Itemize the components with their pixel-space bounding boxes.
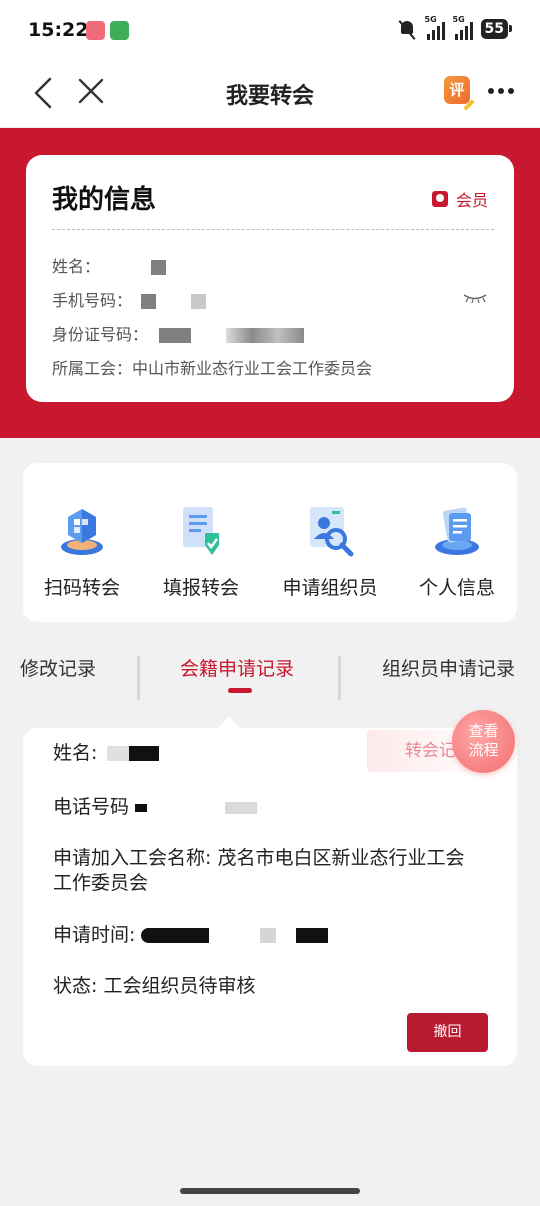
more-icon[interactable] (488, 88, 516, 96)
tab-modify-records[interactable]: 修改记录 (20, 654, 96, 681)
record-card: 转会记录 姓名: 电话号码 申请加入工会名称: 茂名市电白区新业态行业工会 工作… (23, 716, 517, 1066)
battery-icon: 55 (480, 19, 513, 39)
fill-form-button[interactable]: 填报转会 (136, 503, 266, 600)
record-phone-label: 电话号码 (53, 796, 130, 818)
record-union-label: 申请加入工会名称: (53, 847, 212, 869)
record-union-value-cont: 工作委员会 (53, 872, 149, 894)
withdraw-button[interactable]: 撤回 (407, 1013, 488, 1052)
signal-icon: 5G (425, 15, 445, 40)
masked-value (107, 746, 130, 761)
fill-form-icon (183, 507, 219, 555)
masked-value (226, 328, 305, 343)
scan-transfer-button[interactable]: 扫码转会 (17, 503, 147, 600)
name-label: 姓名： (52, 257, 101, 276)
record-time-label: 申请时间: (53, 924, 136, 946)
quick-actions-card: 扫码转会 填报转会 申请组织员 个人信息 (23, 463, 517, 622)
id-row: 身份证号码： (52, 321, 305, 345)
apply-organizer-button[interactable]: 申请组织员 (265, 503, 395, 600)
masked-value (151, 260, 167, 275)
view-process-button[interactable]: 查看 流程 (452, 710, 515, 773)
record-tabs: 修改记录 会籍申请记录 组织员申请记录 (0, 640, 540, 700)
member-badge-label: 会员 (455, 191, 488, 210)
home-indicator[interactable] (180, 1188, 360, 1194)
action-label: 个人信息 (418, 577, 495, 599)
notification-app-icon (86, 21, 105, 40)
active-tab-indicator (228, 688, 252, 693)
masked-value (295, 928, 328, 943)
scan-transfer-icon (61, 509, 103, 555)
phone-row: 手机号码： (52, 287, 207, 311)
masked-value (159, 328, 192, 343)
record-status-label: 状态: (53, 975, 98, 997)
member-badge: 会员 (431, 187, 488, 211)
record-name-row: 姓名: (53, 741, 160, 766)
mute-bell-icon (397, 19, 417, 39)
my-info-card: 我的信息 会员 姓名： 手机号码： 身份证号码： 所属工会：中山市新业态行业工会… (26, 155, 514, 402)
action-label: 申请组织员 (282, 577, 378, 599)
personal-info-button[interactable]: 个人信息 (392, 503, 522, 600)
action-label: 填报转会 (162, 577, 239, 599)
record-phone-row: 电话号码 (53, 795, 258, 820)
status-time: 15:22 (28, 19, 89, 41)
tab-organizer-records[interactable]: 组织员申请记录 (382, 654, 515, 681)
personal-info-icon (435, 507, 479, 555)
tab-separator (338, 656, 341, 700)
member-card-icon (431, 191, 448, 207)
record-name-label: 姓名: (53, 742, 98, 764)
tab-membership-records[interactable]: 会籍申请记录 (180, 654, 294, 681)
masked-value (191, 294, 207, 309)
action-label: 扫码转会 (43, 577, 120, 599)
union-value: 中山市新业态行业工会工作委员会 (132, 359, 373, 378)
record-union-value: 茂名市电白区新业态行业工会 (217, 847, 465, 869)
record-time-row: 申请时间: (53, 923, 328, 948)
status-bar: 15:22 5G 5G 55 (0, 0, 540, 60)
union-row: 所属工会：中山市新业态行业工会工作委员会 (52, 355, 372, 379)
view-process-label: 流程 (468, 741, 499, 759)
tab-separator (137, 656, 140, 700)
eye-closed-icon[interactable] (462, 293, 488, 303)
info-card-title: 我的信息 (52, 185, 157, 215)
nav-bar: 我要转会 评 (0, 60, 540, 128)
masked-value (129, 746, 160, 761)
record-status-row: 状态: 工会组织员待审核 (53, 974, 255, 999)
notification-app-icon (110, 21, 129, 40)
masked-value (135, 803, 148, 812)
record-union-row: 申请加入工会名称: 茂名市电白区新业态行业工会 工作委员会 (53, 846, 464, 896)
name-row: 姓名： (52, 253, 167, 277)
signal-icon: 5G (453, 15, 473, 40)
record-status-value: 工会组织员待审核 (103, 975, 256, 997)
union-label: 所属工会： (52, 359, 133, 378)
divider (52, 229, 494, 230)
apply-organizer-icon (310, 507, 354, 557)
masked-value (141, 928, 210, 943)
masked-value (225, 801, 258, 814)
masked-value (141, 294, 157, 309)
view-process-label: 查看 (468, 722, 499, 740)
id-label: 身份证号码： (52, 325, 149, 344)
card-pointer (217, 716, 241, 740)
masked-value (259, 928, 276, 943)
review-icon[interactable]: 评 (444, 76, 470, 104)
phone-label: 手机号码： (52, 291, 133, 310)
